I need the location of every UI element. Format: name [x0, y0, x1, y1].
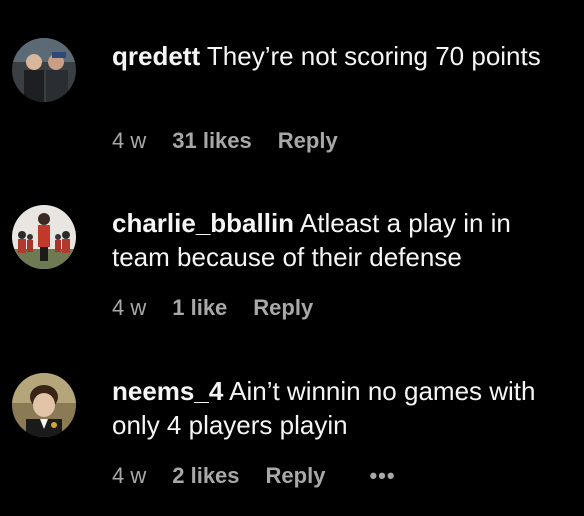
avatar[interactable]: [12, 205, 76, 269]
likes-count[interactable]: 1 like: [172, 295, 227, 321]
username-link[interactable]: charlie_bballin: [112, 208, 294, 238]
avatar[interactable]: [12, 373, 76, 437]
timestamp: 4 w: [112, 463, 147, 488]
reply-button[interactable]: Reply: [253, 295, 313, 321]
avatar[interactable]: [12, 38, 76, 102]
comment-meta: 4 w 1 like Reply: [112, 295, 339, 321]
reply-button[interactable]: Reply: [266, 463, 326, 489]
timestamp: 4 w: [112, 128, 147, 153]
comment-text: charlie_bballin Atleast a play in in tea…: [112, 206, 572, 274]
username-link[interactable]: neems_4: [112, 376, 223, 406]
username-link[interactable]: qredett: [112, 41, 200, 71]
comment-meta: 4 w 31 likes Reply: [112, 128, 364, 154]
comment-text: neems_4 Ain’t winnin no games with only …: [112, 374, 572, 442]
comment-text: qredett They’re not scoring 70 points: [112, 39, 572, 73]
comment-meta: 4 w 2 likes Reply •••: [112, 463, 396, 489]
likes-count[interactable]: 31 likes: [172, 128, 252, 154]
more-options-icon[interactable]: •••: [369, 463, 395, 489]
comment-body: They’re not scoring 70 points: [206, 41, 541, 71]
likes-count[interactable]: 2 likes: [172, 463, 239, 489]
timestamp: 4 w: [112, 295, 147, 320]
reply-button[interactable]: Reply: [278, 128, 338, 154]
